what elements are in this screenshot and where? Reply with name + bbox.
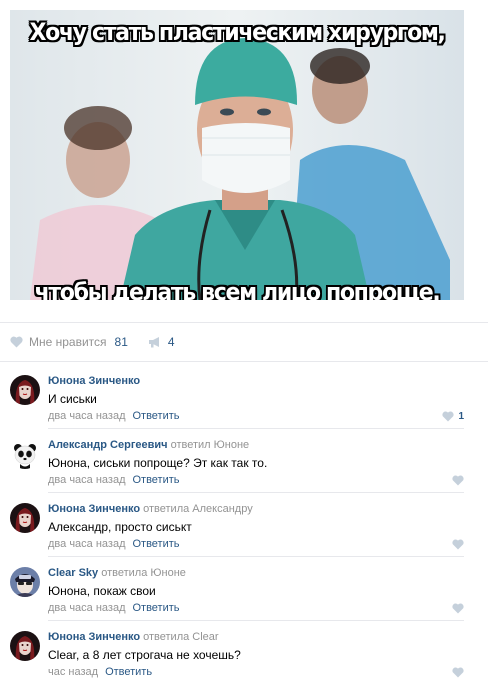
avatar[interactable]	[10, 439, 40, 469]
meme-bottom-caption: чтобы делать всем лицо попроще.	[34, 278, 441, 300]
post-actions: Мне нравится 81 4	[10, 333, 175, 351]
reply-target[interactable]: Clear	[192, 631, 218, 643]
comment-text: Юнона, покаж свои	[48, 584, 156, 598]
avatar[interactable]	[10, 375, 40, 405]
heart-icon	[452, 603, 464, 614]
reply-target[interactable]: Юноне	[214, 439, 250, 451]
comment-author[interactable]: Александр Сергеевич	[48, 439, 168, 451]
comment-meta: два часа назад Ответить	[48, 474, 180, 487]
comment-like-button[interactable]	[452, 539, 464, 550]
like-button[interactable]: Мне нравится 81	[10, 335, 128, 349]
reply-to-label: ответила Clear	[143, 631, 218, 643]
comment-header: Юнона Зинченко ответила Clear	[48, 631, 219, 644]
reply-target[interactable]: Александру	[192, 503, 252, 515]
comment-time[interactable]: два часа назад	[48, 538, 125, 550]
reply-word: ответил	[170, 439, 211, 451]
comment-meta: два часа назад Ответить	[48, 602, 180, 615]
comment-header: Clear Sky ответила Юноне	[48, 567, 186, 580]
comment-meta: два часа назад Ответить	[48, 538, 180, 551]
reply-word: ответила	[143, 631, 190, 643]
share-count: 4	[167, 335, 175, 349]
comment-like-button[interactable]	[452, 603, 464, 614]
comment-item: Юнона Зинченко И сиськи два часа назад От…	[0, 365, 488, 429]
avatar[interactable]	[10, 631, 40, 661]
comment-item: Александр Сергеевич ответил Юноне Юнона,…	[0, 429, 488, 493]
reply-to-label: ответил Юноне	[171, 439, 250, 451]
reply-button[interactable]: Ответить	[132, 602, 179, 614]
comment-like-count: 1	[458, 411, 464, 422]
avatar-yunona-image	[10, 631, 40, 661]
heart-icon	[442, 411, 455, 422]
comment-header: Юнона Зинченко	[48, 375, 140, 388]
comments-divider	[0, 361, 488, 362]
avatar-yunona-image	[10, 375, 40, 405]
comment-author[interactable]: Юнона Зинченко	[48, 631, 140, 643]
comment-author[interactable]: Юнона Зинченко	[48, 503, 140, 515]
reply-word: ответила	[101, 567, 148, 579]
comment-author[interactable]: Clear Sky	[48, 567, 98, 579]
avatar-panda-image	[10, 439, 40, 469]
reply-word: ответила	[143, 503, 190, 515]
reply-to-label: ответила Юноне	[101, 567, 186, 579]
comment-text: Александр, просто сиськт	[48, 520, 192, 534]
heart-icon	[10, 336, 23, 348]
post-divider	[0, 322, 488, 323]
comment-time[interactable]: два часа назад	[48, 602, 125, 614]
comment-text: Юнона, сиськи попроще? Эт как так то.	[48, 456, 268, 470]
like-count: 81	[114, 335, 128, 349]
share-button[interactable]: 4	[148, 335, 175, 349]
heart-icon	[452, 539, 464, 550]
avatar[interactable]	[10, 503, 40, 533]
reply-button[interactable]: Ответить	[132, 474, 179, 486]
comment-item: Clear Sky ответила Юноне Юнона, покаж св…	[0, 557, 488, 621]
comment-time[interactable]: два часа назад	[48, 410, 125, 422]
reply-button[interactable]: Ответить	[105, 666, 152, 678]
reply-button[interactable]: Ответить	[132, 538, 179, 550]
avatar-yunona-image	[10, 503, 40, 533]
comment-meta: час назад Ответить	[48, 666, 152, 679]
surgeon-photo	[10, 10, 464, 300]
comment-like-button[interactable]	[452, 475, 464, 486]
heart-icon	[452, 475, 464, 486]
comment-author[interactable]: Юнона Зинченко	[48, 375, 140, 387]
meme-top-caption: Хочу стать пластическим хирургом,	[29, 18, 445, 46]
avatar-clear-sky-image	[10, 567, 40, 597]
comment-time[interactable]: час назад	[48, 666, 98, 678]
comment-time[interactable]: два часа назад	[48, 474, 125, 486]
comment-item: Юнона Зинченко ответила Clear Clear, а 8…	[0, 621, 488, 685]
reply-to-label: ответила Александру	[143, 503, 253, 515]
post-image[interactable]: Хочу стать пластическим хирургом, чтобы …	[10, 10, 464, 300]
comment-like-button[interactable]: 1	[442, 411, 464, 422]
heart-icon	[452, 667, 464, 678]
comment-item: Юнона Зинченко ответила Александру Алекс…	[0, 493, 488, 557]
comment-header: Александр Сергеевич ответил Юноне	[48, 439, 249, 452]
comment-meta: два часа назад Ответить	[48, 410, 180, 423]
comment-text: Clear, а 8 лет строгача не хочешь?	[48, 648, 241, 662]
comment-text: И сиськи	[48, 392, 97, 406]
comment-header: Юнона Зинченко ответила Александру	[48, 503, 253, 516]
like-label: Мне нравится	[29, 335, 107, 349]
megaphone-icon	[148, 337, 159, 348]
comment-like-button[interactable]	[452, 667, 464, 678]
reply-target[interactable]: Юноне	[150, 567, 186, 579]
avatar[interactable]	[10, 567, 40, 597]
reply-button[interactable]: Ответить	[132, 410, 179, 422]
